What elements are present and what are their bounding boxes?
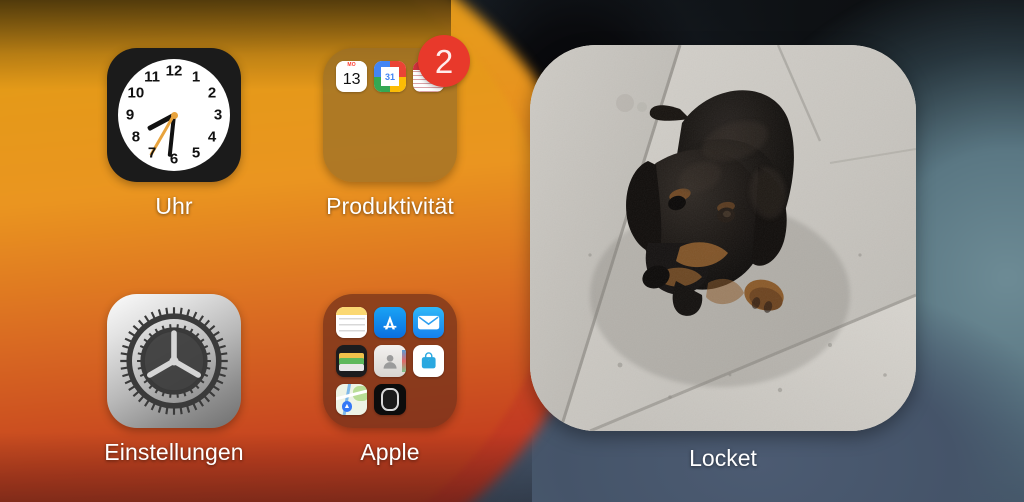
folder-icon-produktivitaet[interactable]: MO 13 31 2 Produktivität [315,35,470,220]
clock-numeral-5: 5 [191,144,201,162]
clock-numeral-7: 7 [147,144,157,162]
clock-numeral-4: 4 [207,128,217,146]
mail-icon [412,307,444,339]
apple-folder-icon-wrap[interactable]: ▲ [323,294,457,428]
clock-face: 12 1 2 3 4 5 6 7 8 9 10 11 [118,59,230,171]
settings-gear-icon[interactable] [107,294,241,428]
app-store-glyph [383,315,397,330]
app-icon-einstellungen[interactable]: Einstellungen [99,294,249,466]
person-glyph [383,354,397,369]
settings-icon-background [107,294,241,428]
notification-badge: 2 [418,35,470,87]
app-icon-clock[interactable]: 12 1 2 3 4 5 6 7 8 9 10 11 Uhr [99,48,249,220]
notes-top-band [336,307,368,316]
clock-numeral-8: 8 [131,128,141,146]
clock-icon[interactable]: 12 1 2 3 4 5 6 7 8 9 10 11 [107,48,241,182]
apple-calendar-day-label: 13 [342,70,361,88]
folder-background: ▲ [323,294,457,428]
wallet-icon [336,345,368,377]
wallet-card-white [339,364,365,372]
folder-icon-apple[interactable]: ▲ Apple [315,294,465,466]
clock-numeral-3: 3 [213,106,223,124]
widget-locket[interactable]: Locket [530,45,916,471]
clock-numeral-10: 10 [127,84,145,102]
apple-calendar-icon: MO 13 [336,61,368,93]
gear-glyph [120,307,228,415]
clock-numeral-12: 12 [165,62,183,80]
app-label-clock: Uhr [155,193,193,219]
envelope-glyph [417,315,439,330]
clock-numeral-9: 9 [125,106,135,124]
clock-numeral-1: 1 [191,68,201,86]
notes-icon [336,307,368,339]
watch-icon [374,383,406,415]
clock-numeral-11: 11 [144,68,160,86]
clock-numeral-2: 2 [207,84,217,102]
contacts-index-tabs [401,349,406,373]
gcal-day-label: 31 [380,67,400,87]
clock-case: 12 1 2 3 4 5 6 7 8 9 10 11 [107,48,241,182]
apple-calendar-month-label: MO [336,61,368,70]
watch-body [380,387,400,411]
locket-photo [530,45,916,431]
clock-center-pin [170,111,178,119]
clock-icon-wrap[interactable]: 12 1 2 3 4 5 6 7 8 9 10 11 [107,48,241,182]
maps-icon: ▲ [336,383,368,415]
folder-mini-grid: ▲ [323,294,457,428]
produktivitaet-icon-wrap[interactable]: MO 13 31 2 [323,35,470,182]
widget-label-locket: Locket [689,445,757,471]
app-store-icon [374,307,406,339]
app-label-einstellungen: Einstellungen [104,439,244,465]
app-label-produktivitaet: Produktivität [326,193,454,219]
shopping-bag-glyph [421,352,436,369]
locket-photo-card[interactable] [530,45,916,431]
apple-folder-icon[interactable]: ▲ [323,294,457,428]
notes-ruled-lines [338,318,365,335]
contacts-icon [374,345,406,377]
einstellungen-icon-wrap[interactable] [107,294,241,428]
apple-store-icon [412,345,444,377]
maps-compass-pin: ▲ [341,401,353,412]
app-label-apple: Apple [360,439,420,465]
clock-numeral-6: 6 [169,150,179,168]
google-calendar-icon: 31 [374,61,406,93]
